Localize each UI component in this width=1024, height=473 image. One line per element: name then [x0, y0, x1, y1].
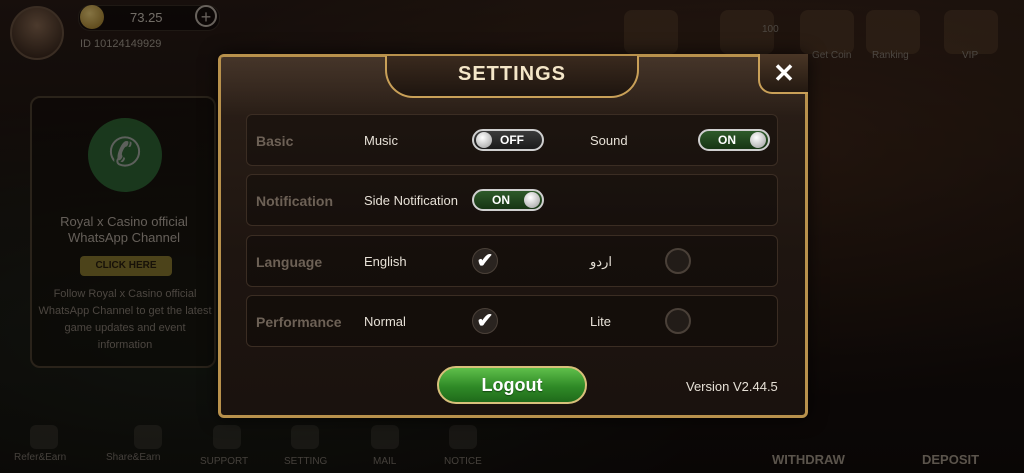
- lite-checkbox[interactable]: [665, 308, 691, 334]
- version-label: Version V2.44.5: [686, 379, 778, 394]
- settings-row-basic: Basic Music OFF Sound ON: [246, 114, 778, 166]
- urdu-label: اردو: [590, 254, 612, 269]
- side-notification-toggle[interactable]: ON: [472, 189, 544, 211]
- row-category: Performance: [256, 314, 342, 330]
- row-category: Language: [256, 254, 323, 270]
- side-notification-label: Side Notification: [364, 193, 458, 208]
- normal-label: Normal: [364, 314, 406, 329]
- sound-toggle-state: ON: [718, 133, 736, 147]
- music-toggle[interactable]: OFF: [472, 129, 544, 151]
- row-category: Basic: [256, 133, 294, 149]
- music-toggle-state: OFF: [500, 133, 524, 147]
- settings-row-language: Language English ✔ اردو: [246, 235, 778, 287]
- urdu-checkbox[interactable]: [665, 248, 691, 274]
- sound-label: Sound: [590, 133, 628, 148]
- toggle-knob: [524, 192, 540, 208]
- normal-checkbox-checked[interactable]: ✔: [472, 308, 498, 334]
- lite-label: Lite: [590, 314, 611, 329]
- english-label: English: [364, 254, 407, 269]
- settings-row-notification: Notification Side Notification ON: [246, 174, 778, 226]
- row-category: Notification: [256, 193, 333, 209]
- toggle-knob: [476, 132, 492, 148]
- dialog-title: SETTINGS: [457, 63, 566, 85]
- english-checkbox-checked[interactable]: ✔: [472, 248, 498, 274]
- logout-button[interactable]: Logout: [437, 366, 587, 404]
- close-button[interactable]: ✕: [758, 54, 808, 94]
- dialog-title-bar: SETTINGS: [385, 56, 639, 98]
- settings-row-performance: Performance Normal ✔ Lite: [246, 295, 778, 347]
- music-label: Music: [364, 133, 398, 148]
- side-notification-state: ON: [492, 193, 510, 207]
- sound-toggle[interactable]: ON: [698, 129, 770, 151]
- toggle-knob: [750, 132, 766, 148]
